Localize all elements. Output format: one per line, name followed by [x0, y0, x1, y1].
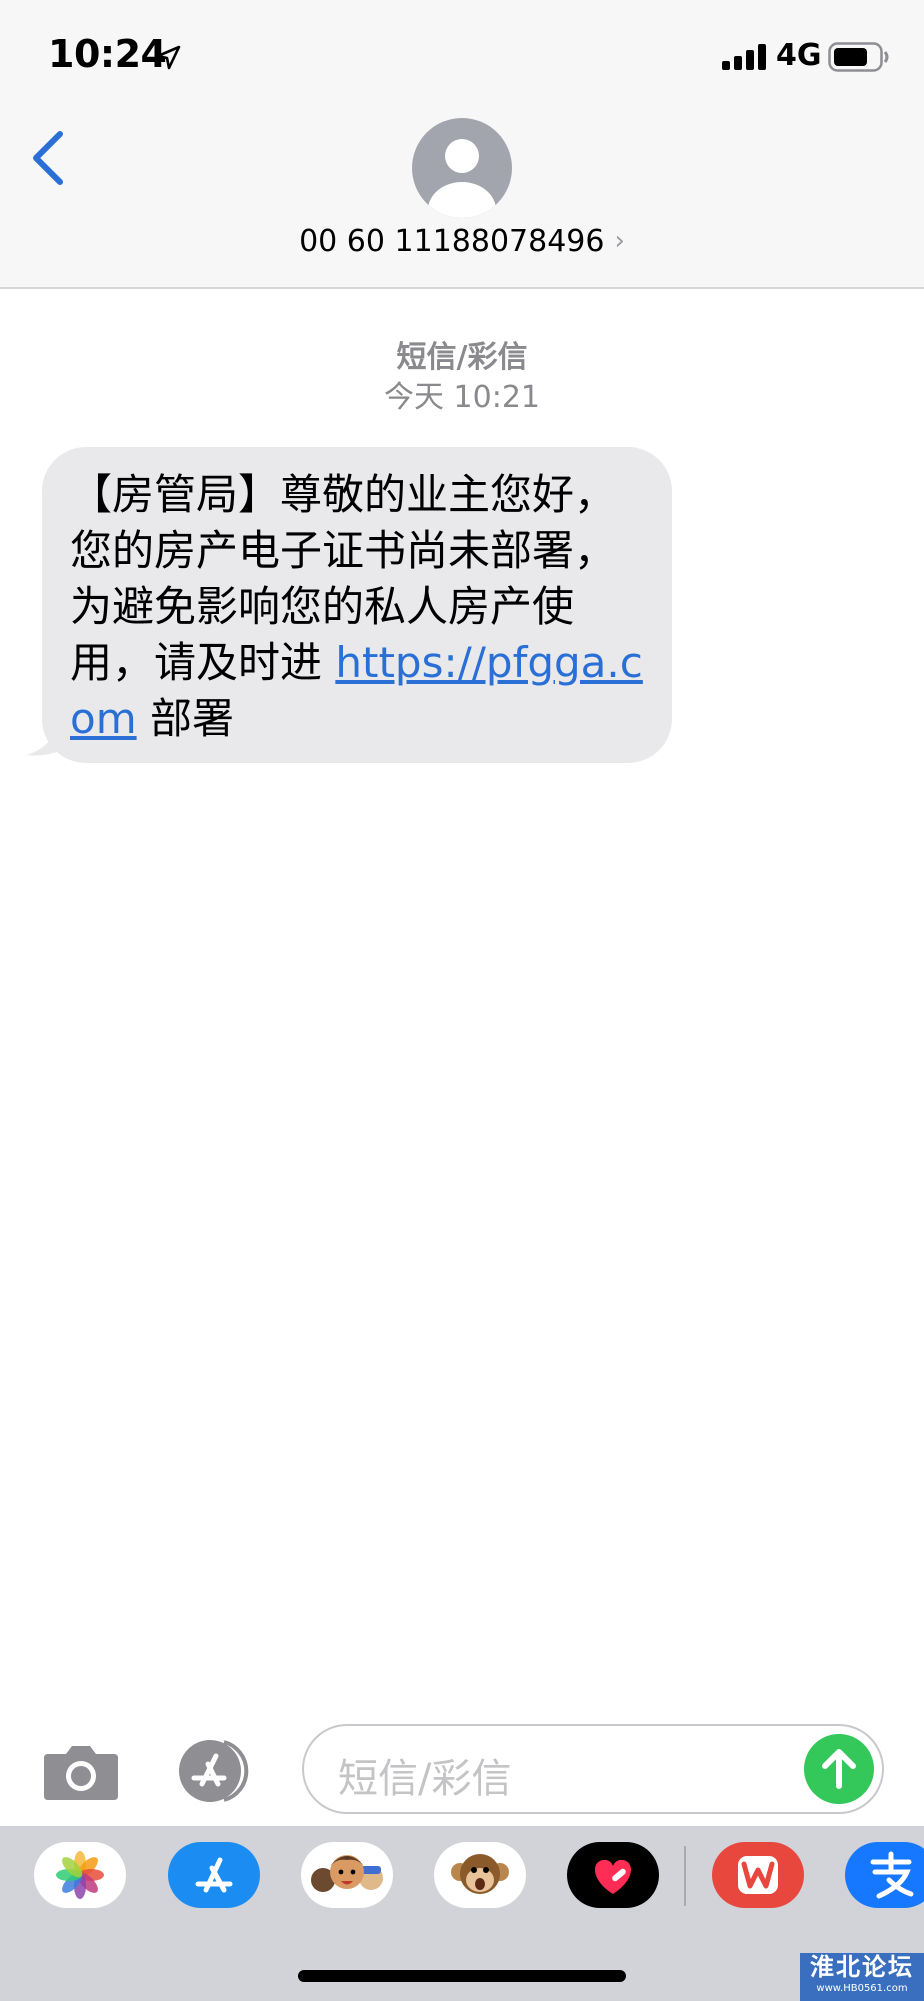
home-indicator[interactable]: [298, 1970, 626, 1982]
memoji-icon: [311, 1855, 383, 1892]
animoji-monkey-icon: [451, 1854, 509, 1894]
wps-office-app-button[interactable]: [712, 1842, 804, 1908]
message-timestamp: 今天 10:21: [384, 380, 540, 415]
alipay-app-button[interactable]: [845, 1842, 924, 1908]
chevron-right-icon: ›: [614, 226, 625, 256]
imessage-app-drawer: 淮北论坛 www.HB0561.com: [0, 1826, 924, 2001]
person-silhouette-icon[interactable]: [412, 118, 512, 218]
cellular-signal-icon: [722, 44, 766, 70]
digital-touch-app-button[interactable]: [567, 1842, 659, 1908]
digital-touch-heart-icon: [594, 1859, 632, 1894]
watermark-title: 淮北论坛: [810, 1953, 914, 1981]
contact-number: 00 60 11188078496: [299, 224, 605, 259]
watermark: 淮北论坛 www.HB0561.com: [800, 1953, 924, 2001]
watermark-url: www.HB0561.com: [816, 1983, 908, 1994]
chevron-left-icon[interactable]: [28, 130, 68, 186]
photos-app-button[interactable]: [34, 1842, 126, 1908]
send-button[interactable]: [804, 1734, 874, 1804]
service-type-label: 短信/彩信: [396, 340, 528, 375]
battery-icon: [828, 42, 889, 72]
message-input-field[interactable]: 短信/彩信: [302, 1724, 884, 1814]
photos-icon: [56, 1851, 104, 1899]
memoji-app-button[interactable]: [301, 1842, 393, 1908]
camera-icon[interactable]: [42, 1742, 120, 1800]
wps-office-icon: [738, 1856, 778, 1894]
network-type-label: 4G: [776, 38, 822, 73]
animoji-app-button[interactable]: [434, 1842, 526, 1908]
arrow-up-icon: [822, 1749, 856, 1789]
message-text-tail: 部署: [136, 694, 234, 743]
compose-placeholder: 短信/彩信: [338, 1756, 512, 1802]
message-bubble[interactable]: 【房管局】尊敬的业主您好，您的房产电子证书尚未部署，为避免影响您的私人房产使用，…: [42, 447, 672, 763]
drawer-divider: [684, 1846, 686, 1906]
app-store-app-button[interactable]: [168, 1842, 260, 1908]
navigation-header: 10:24 4G 00 60 11188078496 ›: [0, 0, 924, 289]
location-arrow-icon: [156, 45, 181, 70]
status-time: 10:24: [48, 32, 167, 76]
app-store-icon: [195, 1857, 233, 1893]
app-store-icon[interactable]: [172, 1738, 260, 1804]
alipay-icon: [870, 1851, 914, 1899]
contact-header-button[interactable]: 00 60 11188078496 ›: [0, 224, 924, 259]
